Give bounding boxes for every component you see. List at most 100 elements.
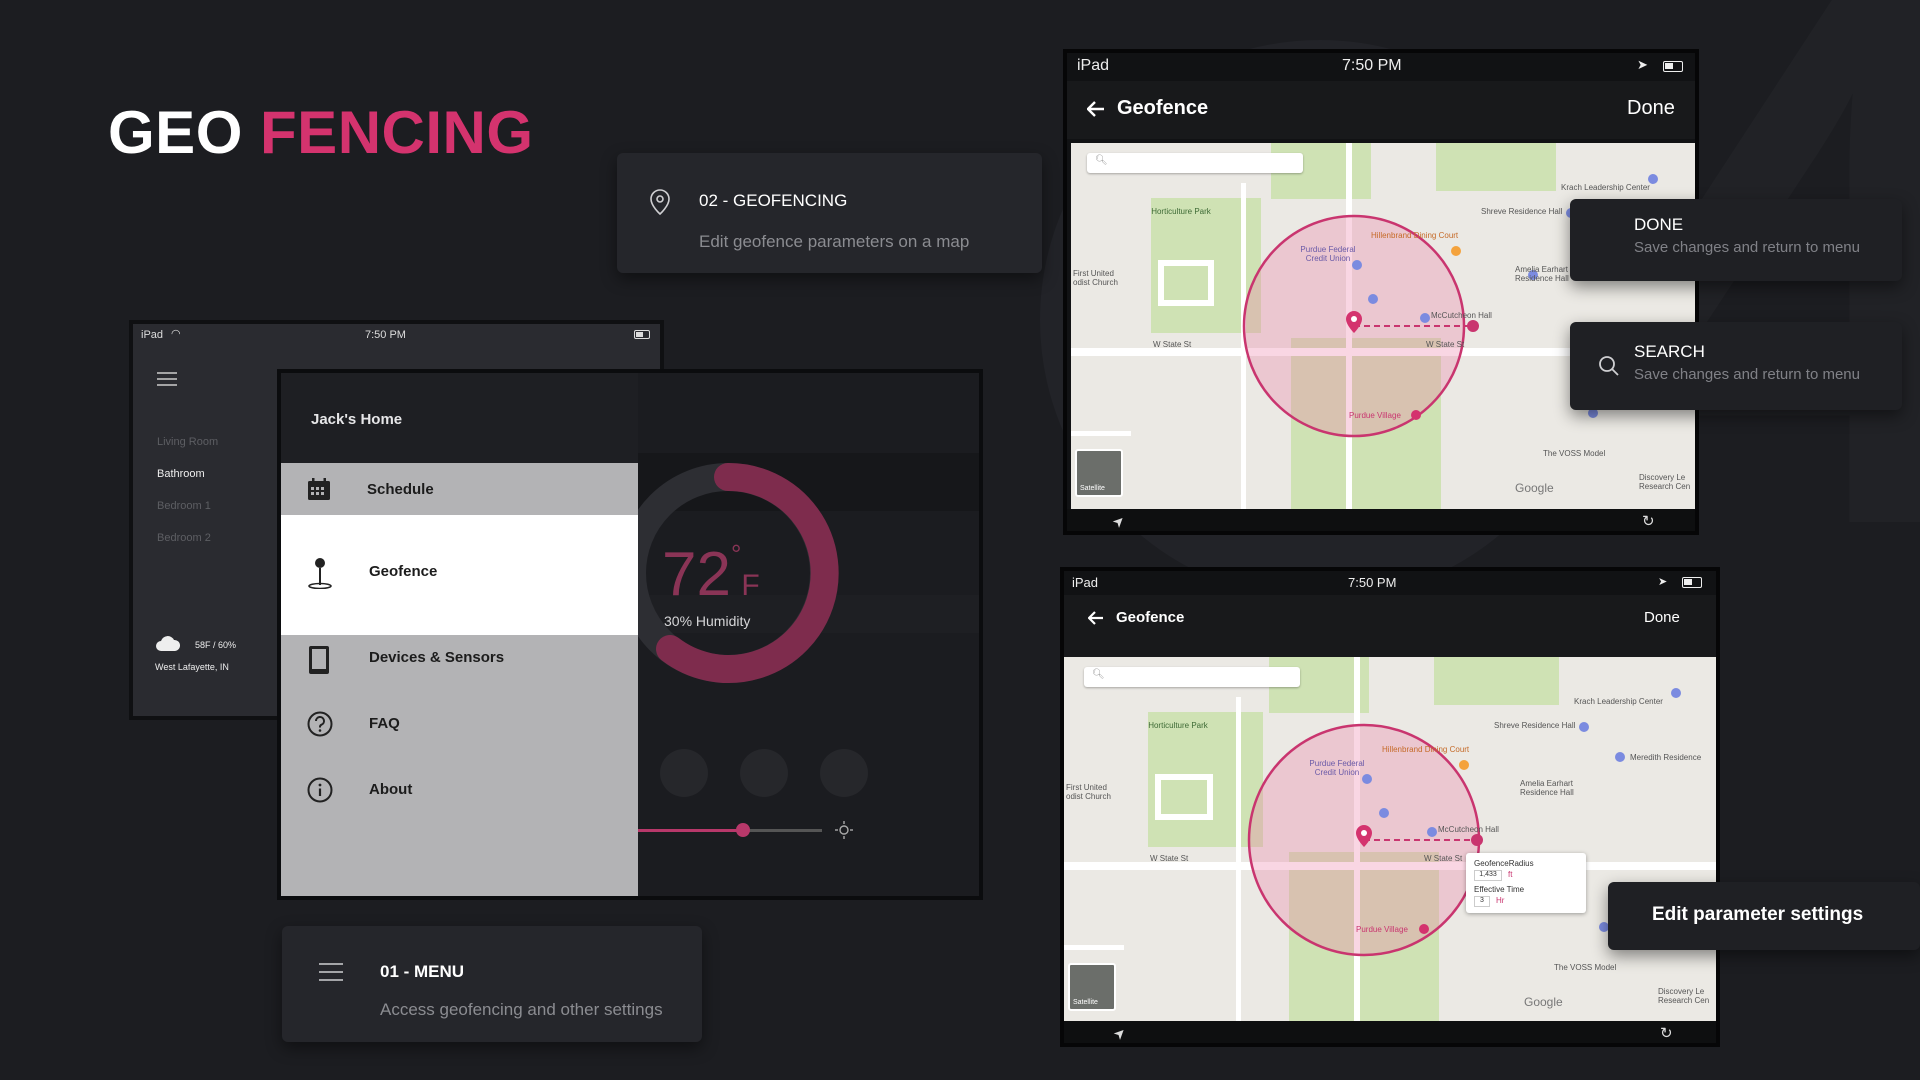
back-arrow-icon[interactable] bbox=[1088, 611, 1104, 625]
map-pin-icon bbox=[650, 189, 670, 215]
drawer-header: Jack's Home bbox=[281, 373, 638, 463]
home-name: Jack's Home bbox=[311, 411, 403, 428]
title-part-2: FENCING bbox=[260, 99, 534, 166]
nav-bar: Geofence Done bbox=[1064, 595, 1716, 657]
menu-item-label: FAQ bbox=[369, 715, 400, 732]
google-logo: Google bbox=[1515, 481, 1554, 495]
brightness-icon bbox=[835, 821, 853, 839]
satellite-label: Satellite bbox=[1073, 999, 1098, 1006]
menu-item-label: Geofence bbox=[369, 563, 438, 580]
nav-bar: Geofence Done bbox=[1067, 81, 1695, 139]
edit-parameters-card: Edit parameter settings bbox=[1608, 882, 1920, 950]
tablet-icon bbox=[309, 646, 329, 674]
map-label-church: First United odist Church bbox=[1066, 783, 1111, 801]
nav-title: Geofence bbox=[1117, 97, 1209, 119]
cloud-icon bbox=[156, 636, 181, 651]
page-title: GEO FENCING bbox=[108, 98, 534, 167]
device-label: iPad bbox=[1072, 575, 1099, 590]
map-label-mccutcheon: McCutcheon Hall bbox=[1431, 311, 1492, 320]
status-time: 7:50 PM bbox=[1348, 575, 1397, 590]
map-search-input[interactable]: 🔍︎ bbox=[1084, 667, 1300, 687]
device-label: iPad bbox=[1077, 57, 1110, 74]
map-view[interactable]: 🔍︎ Horticulture Park First United odist … bbox=[1064, 657, 1716, 1021]
location-arrow-icon[interactable]: ➤ bbox=[1109, 511, 1129, 531]
mode-button-1[interactable] bbox=[660, 749, 708, 797]
room-item-bathroom[interactable]: Bathroom bbox=[157, 468, 205, 480]
time-unit: Hr bbox=[1496, 896, 1505, 905]
map-label-horticulture: Horticulture Park bbox=[1148, 721, 1208, 730]
map-label-meredith: Meredith Residence bbox=[1630, 753, 1702, 762]
geofence-parameter-popup[interactable]: GeofenceRadius 1,433 ft Effective Time 3… bbox=[1466, 853, 1586, 913]
status-bar: iPad 7:50 PM ➤ bbox=[1064, 571, 1716, 595]
hamburger-icon bbox=[319, 963, 343, 981]
satellite-toggle[interactable]: Satellite bbox=[1075, 449, 1123, 497]
geofencing-card-heading: 02 - GEOFENCING bbox=[699, 191, 848, 210]
done-button[interactable]: Done bbox=[1627, 97, 1675, 120]
map-label-state-st-2: W State St bbox=[1426, 340, 1465, 349]
mode-button-3[interactable] bbox=[820, 749, 868, 797]
temp-value: 72 bbox=[662, 540, 731, 609]
map-search-input[interactable]: 🔍︎ bbox=[1087, 153, 1303, 173]
google-logo: Google bbox=[1524, 995, 1563, 1009]
menu-card: 01 - MENU Access geofencing and other se… bbox=[282, 926, 702, 1042]
thermostat-panel: 72°F 30% Humidity bbox=[618, 373, 979, 896]
map-label-village: Purdue Village bbox=[1349, 411, 1401, 420]
menu-item-schedule[interactable]: Schedule bbox=[281, 463, 638, 515]
refresh-icon[interactable]: ↻ bbox=[1660, 1024, 1673, 1042]
map-toolbar: ➤ ↻ bbox=[1067, 509, 1695, 531]
menu-item-label: Schedule bbox=[367, 481, 434, 498]
back-arrow-icon[interactable] bbox=[1087, 101, 1105, 117]
location-arrow-icon: ➤ bbox=[1658, 576, 1668, 588]
brightness-slider-fill bbox=[638, 829, 742, 832]
search-card-heading: SEARCH bbox=[1634, 342, 1705, 361]
radius-label: GeofenceRadius bbox=[1474, 859, 1534, 868]
room-item-bedroom-1[interactable]: Bedroom 1 bbox=[157, 500, 211, 512]
map-label-discovery: Discovery Le Research Cen bbox=[1658, 987, 1710, 1005]
satellite-toggle[interactable]: Satellite bbox=[1068, 963, 1116, 1011]
menu-item-geofence[interactable]: Geofence bbox=[281, 515, 638, 635]
brightness-slider-track[interactable] bbox=[638, 823, 822, 837]
ipad-geofence-top: iPad 7:50 PM ➤ Geofence Done 🔍︎ Horticul… bbox=[1063, 49, 1699, 535]
room-item-bedroom-2[interactable]: Bedroom 2 bbox=[157, 532, 211, 544]
radius-unit: ft bbox=[1508, 870, 1513, 879]
hamburger-icon[interactable] bbox=[157, 372, 177, 386]
radius-input[interactable]: 1,433 bbox=[1474, 870, 1502, 881]
search-card: SEARCH Save changes and return to menu bbox=[1570, 322, 1902, 410]
weather-location: West Lafayette, IN bbox=[155, 662, 229, 672]
refresh-icon[interactable]: ↻ bbox=[1642, 512, 1655, 530]
brightness-slider-thumb[interactable] bbox=[736, 823, 750, 837]
location-arrow-icon[interactable]: ➤ bbox=[1110, 1023, 1130, 1043]
map-label-discovery: Discovery Le Research Cen bbox=[1639, 473, 1691, 491]
menu-item-faq[interactable]: FAQ bbox=[281, 699, 638, 763]
weather-temp: 58F / 60% bbox=[195, 640, 237, 650]
geofencing-card-description: Edit geofence parameters on a map bbox=[699, 232, 970, 251]
battery-icon bbox=[1663, 61, 1683, 72]
humidity-label: 30% Humidity bbox=[664, 613, 751, 629]
map-label-shreve: Shreve Residence Hall bbox=[1494, 721, 1576, 730]
mode-button-2[interactable] bbox=[740, 749, 788, 797]
map-label-hillenbrand: Hillenbrand Dining Court bbox=[1371, 231, 1459, 240]
map-label-voss: The VOSS Model bbox=[1543, 449, 1606, 458]
time-input[interactable]: 3 bbox=[1474, 896, 1490, 907]
calendar-icon bbox=[308, 478, 330, 500]
map-canvas bbox=[1064, 657, 1716, 1021]
ipad-geofence-bottom: iPad 7:50 PM ➤ Geofence Done 🔍︎ Horticul… bbox=[1060, 567, 1720, 1047]
map-label-voss: The VOSS Model bbox=[1554, 963, 1617, 972]
map-label-credit-union: Purdue Federal Credit Union bbox=[1309, 759, 1365, 777]
menu-card-heading: 01 - MENU bbox=[380, 962, 465, 981]
room-item-living-room[interactable]: Living Room bbox=[157, 436, 218, 448]
done-card: DONE Save changes and return to menu bbox=[1570, 199, 1902, 281]
map-label-state-st: W State St bbox=[1150, 854, 1189, 863]
info-icon bbox=[307, 777, 333, 803]
pin-icon bbox=[308, 558, 332, 589]
map-label-state-st: W State St bbox=[1153, 340, 1192, 349]
search-icon bbox=[1599, 356, 1619, 376]
menu-item-label: Devices & Sensors bbox=[369, 649, 505, 666]
menu-item-devices-sensors[interactable]: Devices & Sensors bbox=[281, 635, 638, 699]
menu-item-about[interactable]: About bbox=[281, 765, 638, 829]
done-card-heading: DONE bbox=[1634, 215, 1684, 234]
satellite-label: Satellite bbox=[1080, 485, 1105, 492]
map-label-village: Purdue Village bbox=[1356, 925, 1408, 934]
temp-unit: F bbox=[741, 569, 760, 602]
done-button[interactable]: Done bbox=[1644, 609, 1680, 626]
